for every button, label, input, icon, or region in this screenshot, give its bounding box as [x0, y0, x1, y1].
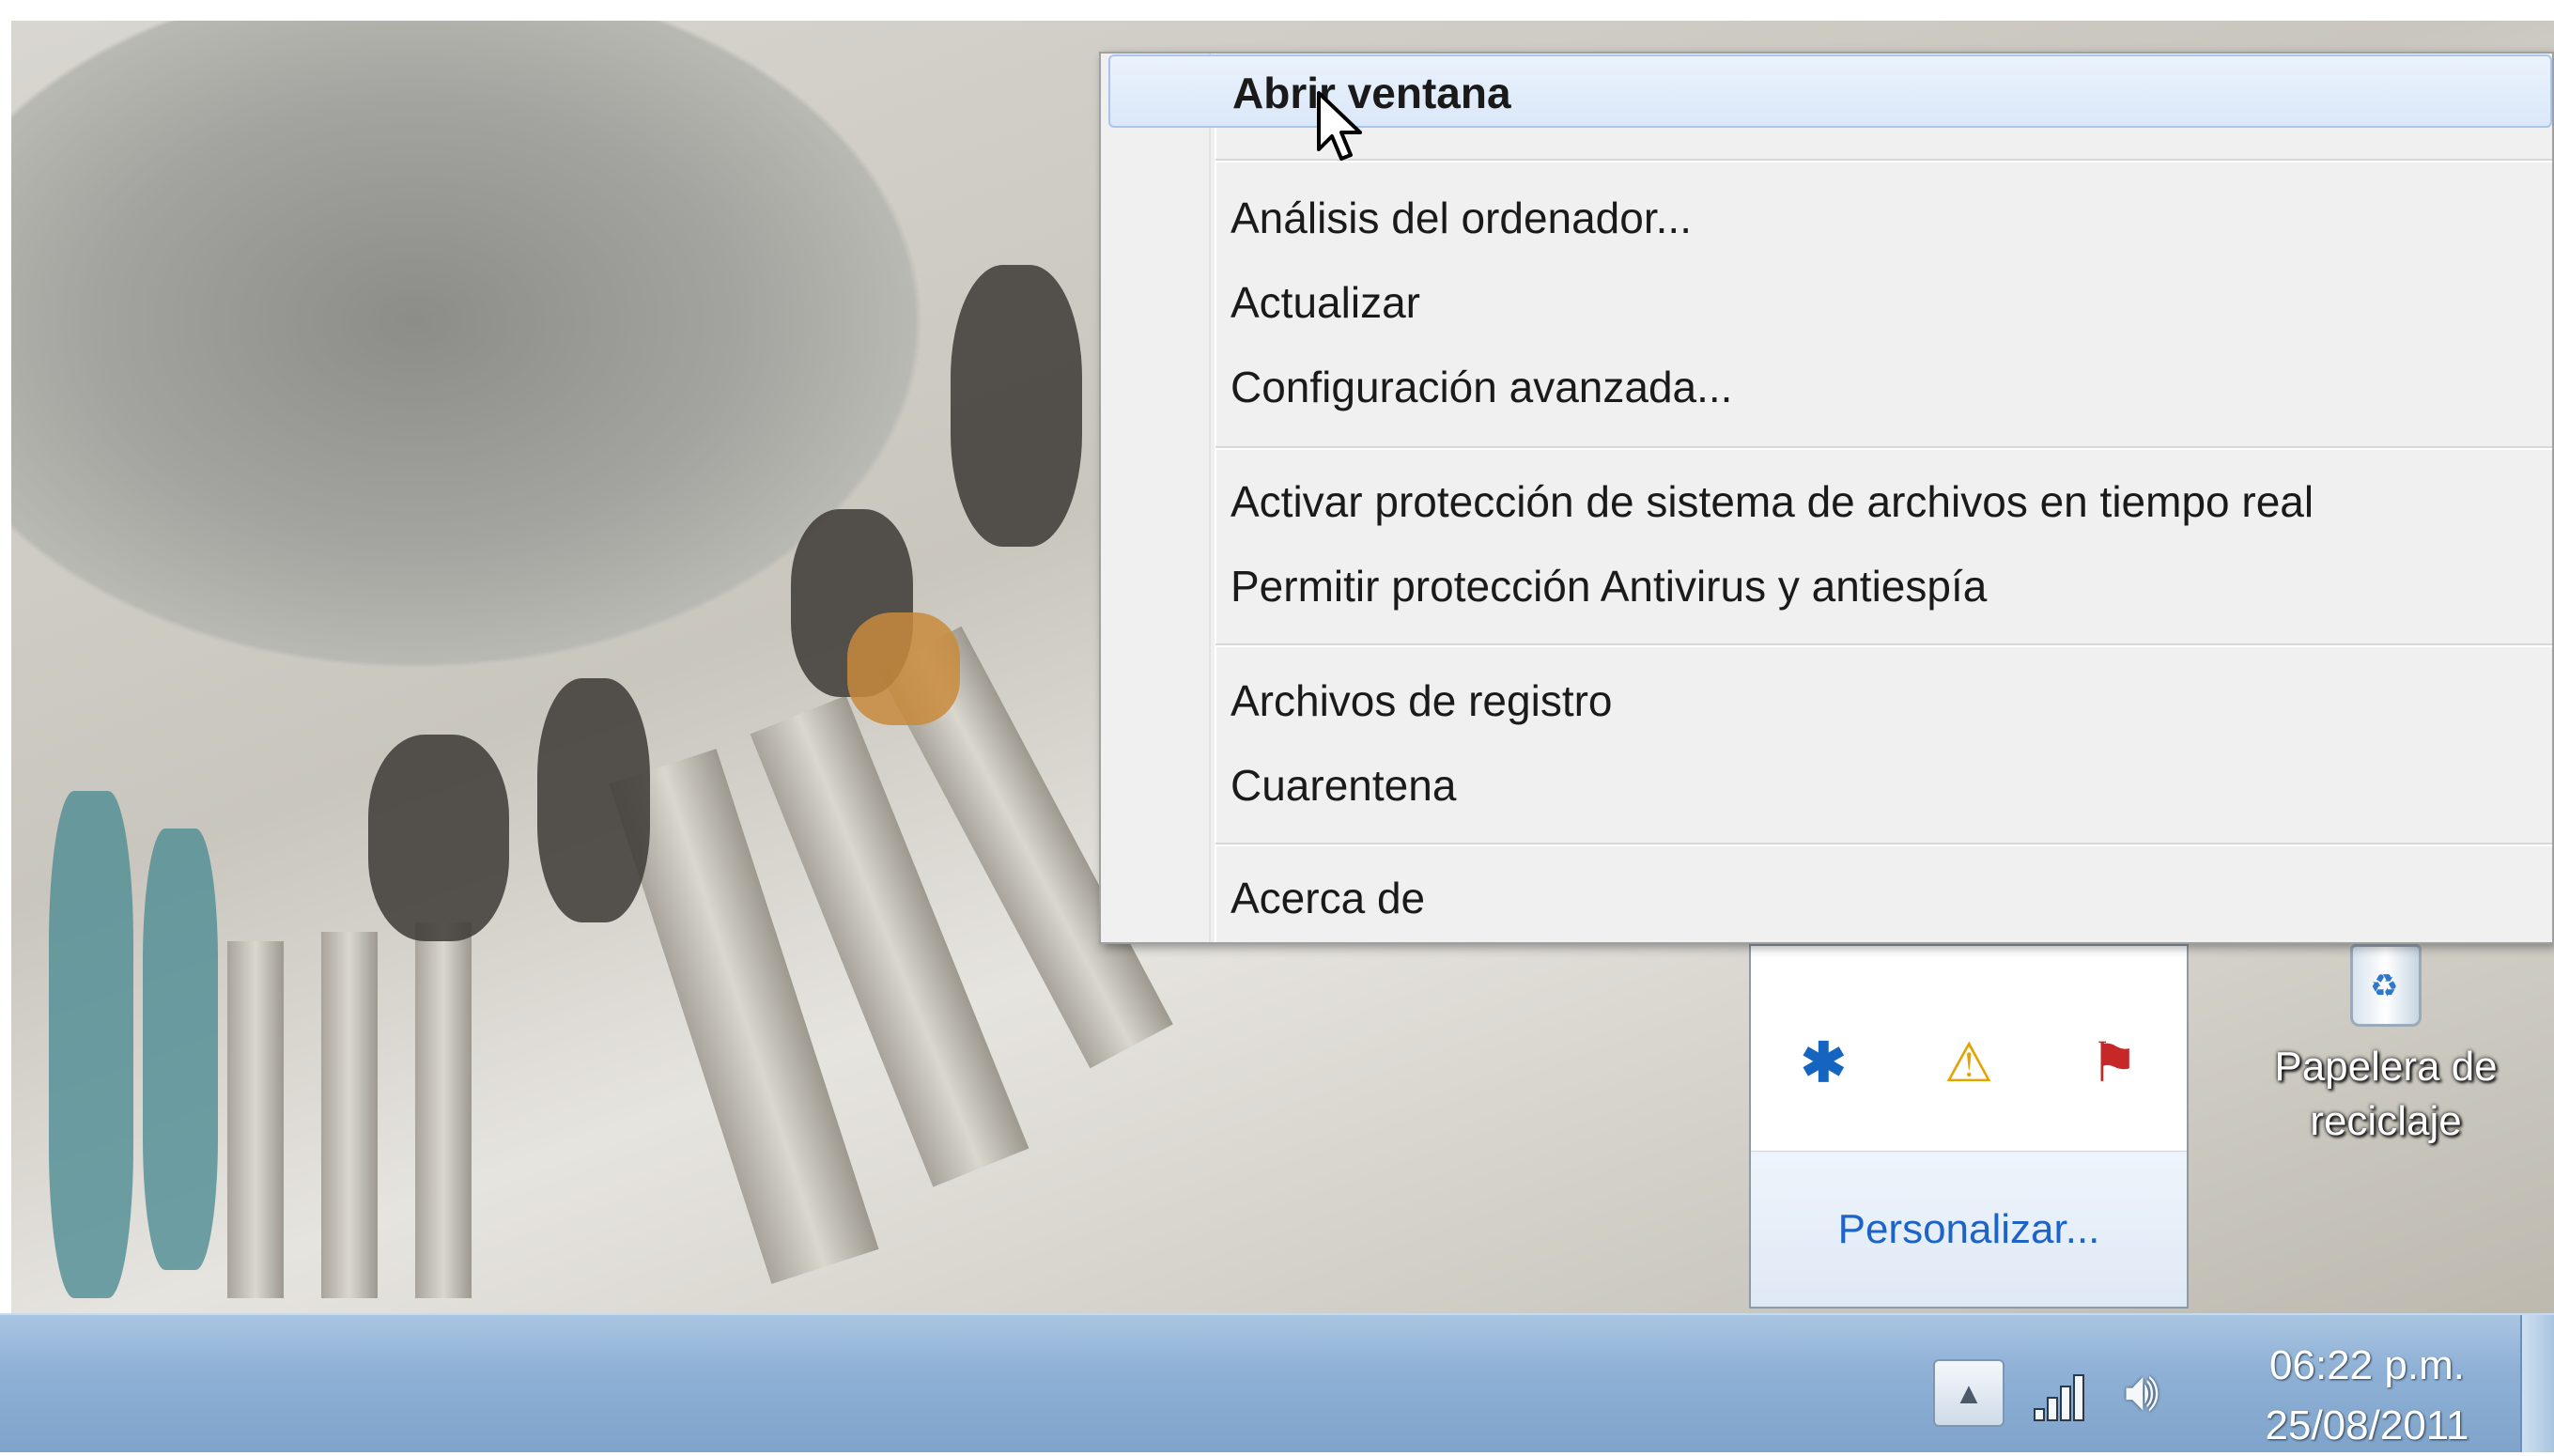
menu-item-advanced-settings[interactable]: Configuración avanzada...	[1108, 350, 2552, 424]
recycle-bin-shortcut[interactable]: ♻ Papelera de reciclaje	[2245, 944, 2527, 1149]
folder-warning-icon[interactable]: ⚠	[1931, 1030, 2006, 1096]
menu-item-allow-antivirus-protection[interactable]: Permitir protección Antivirus y antiespí…	[1108, 550, 2552, 623]
mouse-cursor-icon	[1317, 91, 1362, 161]
menu-item-log-files[interactable]: Archivos de registro	[1108, 664, 2552, 737]
clock[interactable]: 06:22 p.m. 25/08/2011	[2245, 1336, 2489, 1456]
clock-time: 06:22 p.m.	[2269, 1342, 2465, 1388]
recycle-bin-label-line2: reciclaje	[2310, 1098, 2462, 1144]
volume-icon[interactable]: 🔊︎	[2125, 1360, 2159, 1424]
tray-context-menu: Abrir ventana Análisis del ordenador... …	[1099, 52, 2554, 944]
notification-overflow-panel: ✱ ⚠ ⚑ Personalizar...	[1749, 944, 2189, 1309]
menu-separator	[1215, 643, 2552, 647]
menu-item-about[interactable]: Acerca de	[1108, 861, 2552, 935]
menu-item-computer-scan[interactable]: Análisis del ordenador...	[1108, 181, 2552, 255]
show-hidden-icons-button[interactable]: ▲	[1933, 1359, 2005, 1427]
menu-separator	[1215, 159, 2552, 163]
menu-separator	[1215, 843, 2552, 846]
menu-item-quarantine[interactable]: Cuarentena	[1108, 749, 2552, 822]
show-desktop-button[interactable]	[2520, 1315, 2554, 1452]
menu-separator	[1215, 446, 2552, 450]
menu-item-enable-realtime-protection[interactable]: Activar protección de sistema de archivo…	[1108, 465, 2552, 538]
menu-item-update[interactable]: Actualizar	[1108, 266, 2552, 339]
taskbar: ▲ 🔊︎ 06:22 p.m. 25/08/2011	[0, 1313, 2554, 1452]
clock-date: 25/08/2011	[2265, 1402, 2469, 1448]
network-signal-icon[interactable]	[2031, 1364, 2097, 1424]
recycle-bin-icon: ♻	[2350, 944, 2422, 1027]
recycle-bin-label-line1: Papelera de	[2274, 1044, 2498, 1090]
chevron-up-icon: ▲	[1954, 1375, 1984, 1410]
flag-error-icon[interactable]: ⚑	[2077, 1030, 2152, 1096]
bluetooth-icon[interactable]: ✱	[1786, 1030, 1861, 1096]
customize-link[interactable]: Personalizar...	[1838, 1206, 2100, 1253]
